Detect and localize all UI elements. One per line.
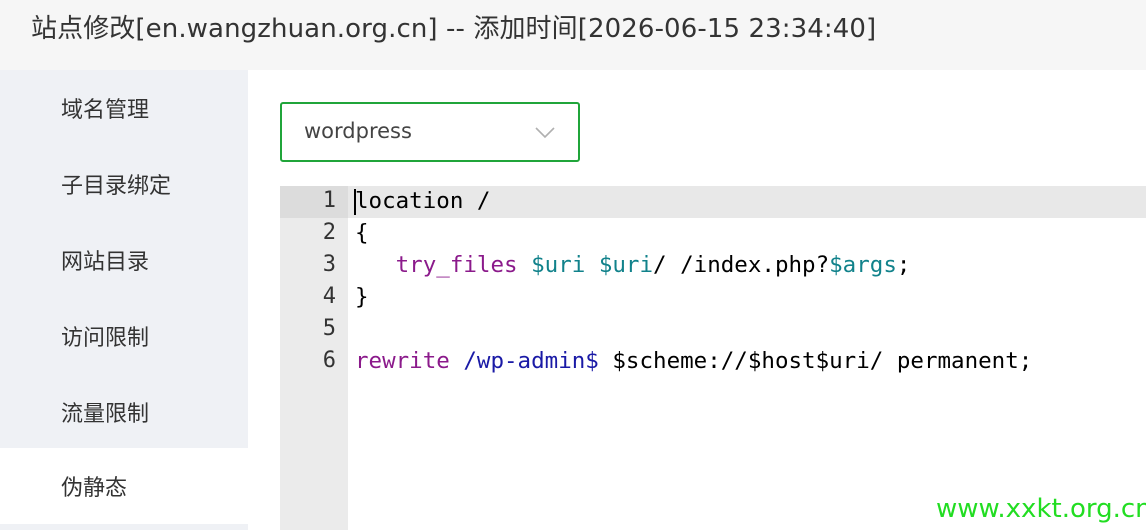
code-token: } xyxy=(355,284,369,310)
code-token: $scheme://$host$uri/ permanent; xyxy=(598,348,1033,374)
code-token: { xyxy=(355,220,369,246)
sidebar-item-label: 伪静态 xyxy=(61,476,128,501)
code-token: ; xyxy=(896,252,911,278)
line-number: 4 xyxy=(322,284,336,309)
code-token: / /index.php? xyxy=(653,252,830,278)
sidebar-item-label: 域名管理 xyxy=(61,98,150,123)
watermark: www.xxkt.org.cn xyxy=(936,494,1146,524)
code-line: rewrite /wp-admin$ $scheme://$host$uri/ … xyxy=(355,348,1032,374)
code-token: try_files xyxy=(395,252,518,278)
line-number: 6 xyxy=(322,348,336,373)
sidebar-item-domain-management[interactable]: 域名管理 xyxy=(0,70,248,146)
sidebar-item-rewrite[interactable]: 伪静态 xyxy=(0,448,248,524)
code-token: rewrite xyxy=(355,348,450,374)
sidebar-item-access-restriction[interactable]: 访问限制 xyxy=(0,298,248,374)
chevron-down-icon xyxy=(535,127,555,139)
code-token: location / xyxy=(355,188,491,214)
sidebar: 域名管理 子目录绑定 网站目录 访问限制 流量限制 伪静态 xyxy=(0,70,248,530)
code-token: /wp-admin$ xyxy=(463,348,599,374)
sidebar-item-traffic-limit[interactable]: 流量限制 xyxy=(0,374,248,450)
sidebar-item-site-directory[interactable]: 网站目录 xyxy=(0,222,248,298)
line-number: 5 xyxy=(322,316,336,341)
sidebar-item-label: 子目录绑定 xyxy=(61,174,172,199)
sidebar-item-subdirectory-binding[interactable]: 子目录绑定 xyxy=(0,146,248,222)
dialog-title: 站点修改[en.wangzhuan.org.cn] -- 添加时间[2026-0… xyxy=(31,14,877,44)
code-line: location / xyxy=(355,188,490,214)
line-number: 2 xyxy=(322,220,336,245)
select-value: wordpress xyxy=(304,119,412,143)
code-token: $uri xyxy=(531,252,586,278)
sidebar-item-label: 访问限制 xyxy=(61,326,150,351)
code-token: $args xyxy=(829,252,897,278)
code-editor[interactable]: 123456 location /{ try_files $uri $uri/ … xyxy=(280,186,1146,530)
code-line: { xyxy=(355,220,369,246)
sidebar-item-label: 网站目录 xyxy=(61,250,150,275)
dialog-header: 站点修改[en.wangzhuan.org.cn] -- 添加时间[2026-0… xyxy=(0,0,1146,70)
text-cursor xyxy=(354,189,356,215)
code-line: try_files $uri $uri/ /index.php?$args; xyxy=(355,252,911,278)
line-number: 3 xyxy=(322,252,336,277)
line-number: 1 xyxy=(322,188,336,213)
code-line: } xyxy=(355,284,369,310)
code-token: $uri xyxy=(598,252,654,278)
sidebar-item-label: 流量限制 xyxy=(61,402,150,427)
rewrite-template-select[interactable]: wordpress xyxy=(280,102,580,162)
